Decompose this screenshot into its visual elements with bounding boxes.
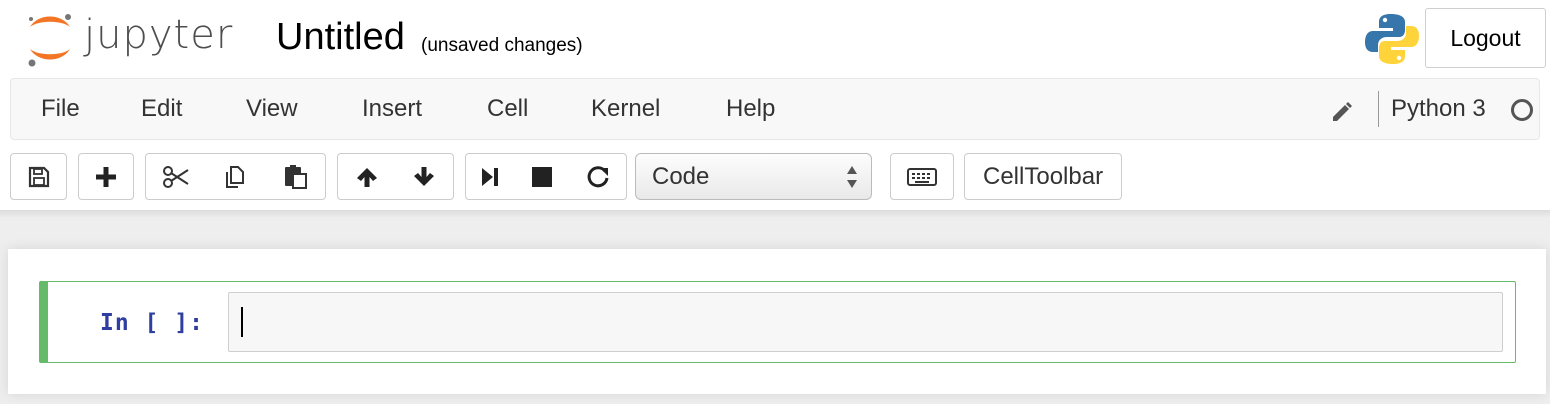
save-status: (unsaved changes) xyxy=(421,35,583,56)
code-input[interactable] xyxy=(228,292,1503,352)
kernel-idle-indicator-icon xyxy=(1511,99,1533,121)
step-forward-icon xyxy=(482,167,498,186)
menu-help[interactable]: Help xyxy=(726,95,775,123)
celltoolbar-button[interactable]: CellToolbar xyxy=(964,153,1123,200)
command-palette-button[interactable] xyxy=(890,153,954,200)
copy-icon xyxy=(226,165,244,188)
kernel-name[interactable]: Python 3 xyxy=(1391,95,1486,123)
restart-button[interactable] xyxy=(570,153,627,200)
cut-button[interactable] xyxy=(145,153,206,200)
jupyter-logo-icon xyxy=(28,14,71,67)
logo-text: jupyter xyxy=(84,12,234,58)
menu-kernel[interactable]: Kernel xyxy=(591,95,660,123)
header: jupyter Untitled (unsaved changes) Logou… xyxy=(0,0,1550,78)
menu-file[interactable]: File xyxy=(41,95,80,123)
jupyter-logo[interactable]: jupyter xyxy=(24,6,244,70)
arrow-down-icon xyxy=(414,166,434,186)
cell-type-select[interactable]: Code xyxy=(635,153,872,200)
save-button[interactable] xyxy=(10,153,67,200)
input-prompt: In [ ]: xyxy=(100,310,204,336)
logout-button[interactable]: Logout xyxy=(1425,8,1546,68)
arrow-up-icon xyxy=(356,167,377,187)
plus-icon xyxy=(96,166,116,187)
toolbar: Code CellToolbar xyxy=(0,140,1550,210)
copy-button[interactable] xyxy=(205,153,266,200)
save-icon xyxy=(28,166,49,187)
menu-edit[interactable]: Edit xyxy=(141,95,182,123)
notebook-name[interactable]: Untitled xyxy=(276,16,405,59)
text-cursor xyxy=(241,307,243,337)
move-down-button[interactable] xyxy=(395,153,454,200)
select-arrows-icon xyxy=(847,166,857,188)
insert-cell-button[interactable] xyxy=(78,153,134,200)
interrupt-button[interactable] xyxy=(514,153,571,200)
scissors-icon xyxy=(162,165,189,188)
python-icon xyxy=(1365,14,1419,64)
move-up-button[interactable] xyxy=(337,153,396,200)
restart-icon xyxy=(587,165,609,187)
paste-icon xyxy=(285,164,307,189)
pencil-icon[interactable] xyxy=(1329,97,1355,123)
run-button[interactable] xyxy=(465,153,515,200)
menubar: File Edit View Insert Cell Kernel Help P… xyxy=(10,78,1540,140)
menu-cell[interactable]: Cell xyxy=(487,95,528,123)
menu-view[interactable]: View xyxy=(246,95,298,123)
cell-type-value: Code xyxy=(652,162,710,190)
stop-icon xyxy=(532,166,552,187)
keyboard-icon xyxy=(907,167,937,186)
paste-button[interactable] xyxy=(265,153,326,200)
menu-insert[interactable]: Insert xyxy=(362,95,422,123)
toolbar-shadow xyxy=(0,210,1550,218)
kernel-separator xyxy=(1378,91,1379,127)
